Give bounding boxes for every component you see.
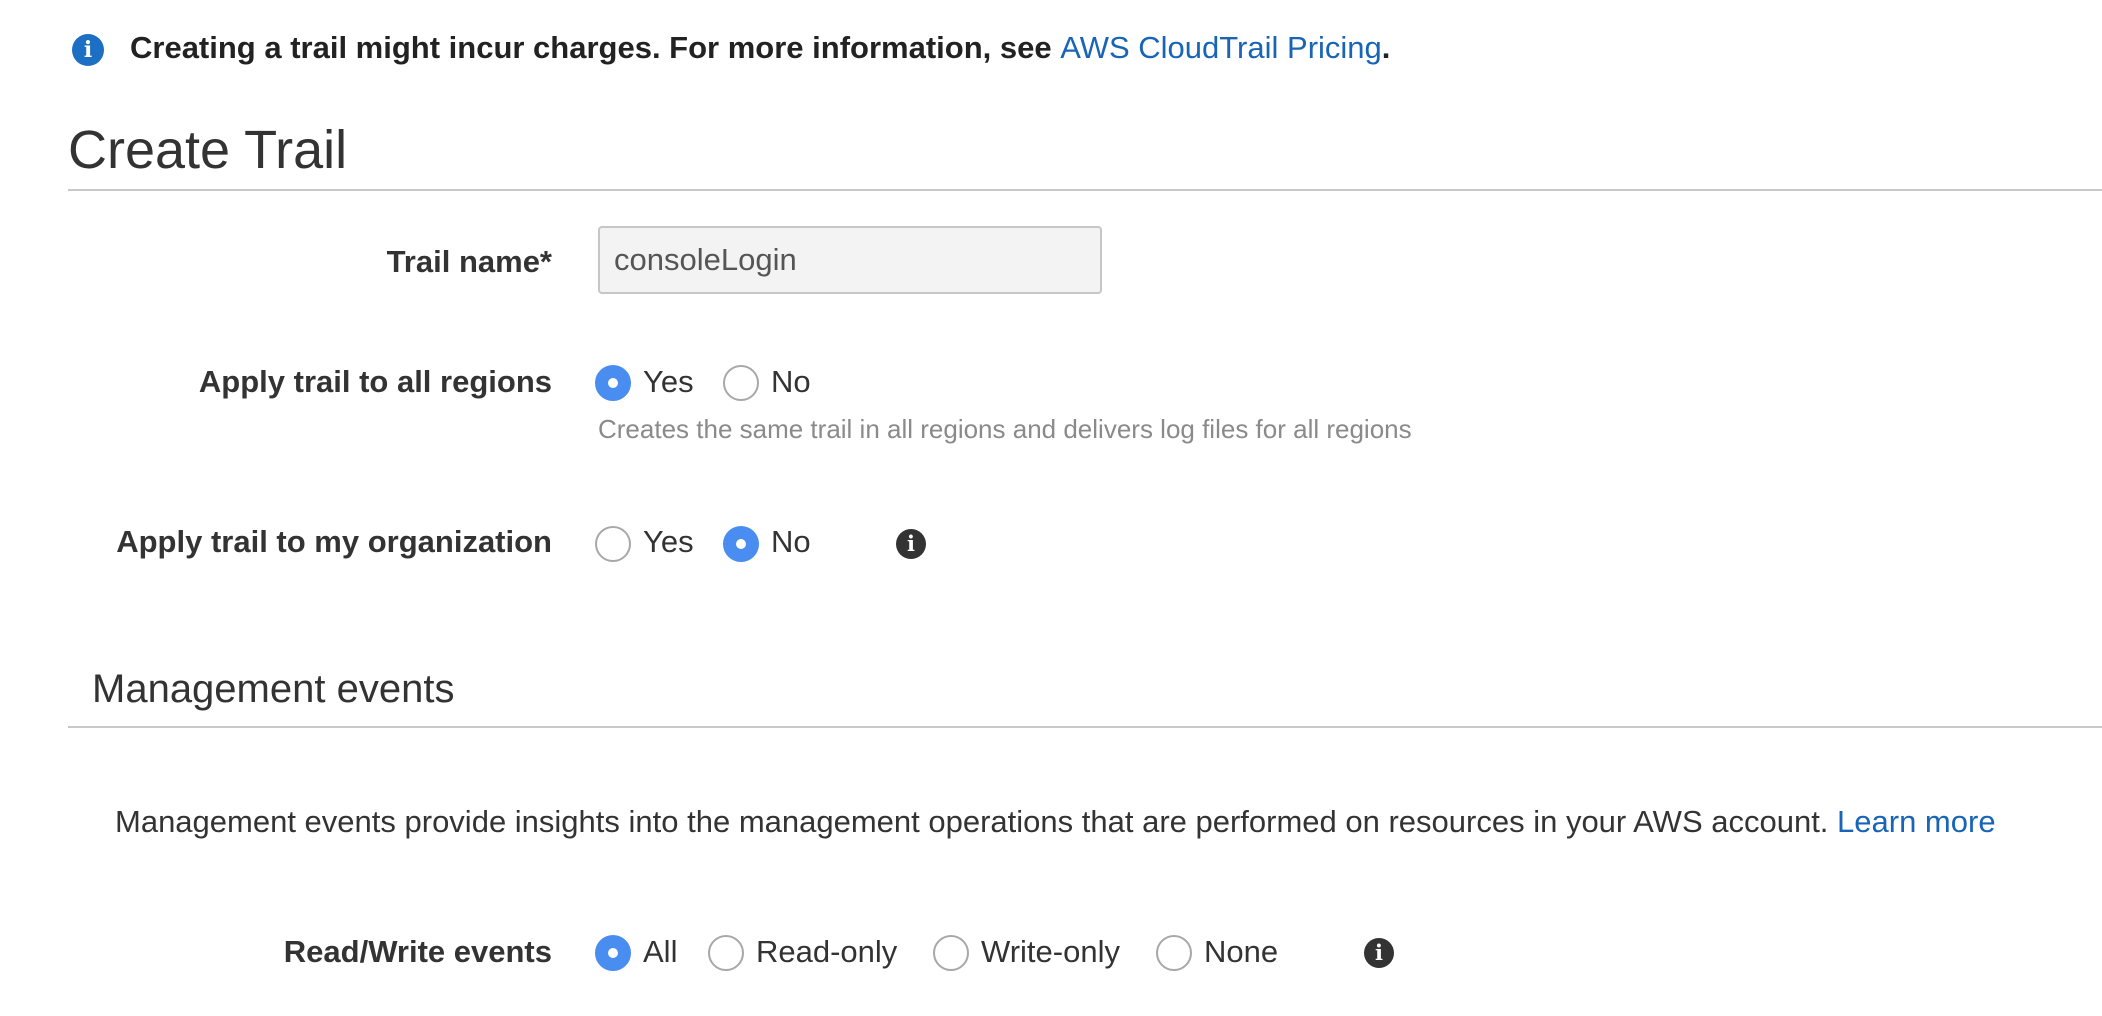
management-events-title: Management events <box>92 667 455 711</box>
organization-info-icon[interactable]: i <box>896 529 926 559</box>
banner-period: . <box>1381 30 1391 65</box>
all-regions-label: Apply trail to all regions <box>198 364 552 399</box>
organization-no-label[interactable]: No <box>771 522 811 562</box>
read-write-writeonly-label[interactable]: Write-only <box>981 932 1120 972</box>
trail-name-label: Trail name* <box>386 244 552 279</box>
organization-no-radio[interactable] <box>723 526 759 562</box>
description-text: Management events provide insights into … <box>115 804 1838 839</box>
read-write-none-label[interactable]: None <box>1204 932 1278 972</box>
organization-yes-radio[interactable] <box>595 526 631 562</box>
read-write-label: Read/Write events <box>283 934 552 969</box>
organization-yes-label[interactable]: Yes <box>643 522 694 562</box>
read-write-readonly-label[interactable]: Read-only <box>756 932 897 972</box>
all-regions-yes-label[interactable]: Yes <box>643 362 694 402</box>
section-divider <box>68 726 2102 728</box>
management-events-description: Management events provide insights into … <box>115 802 1996 842</box>
all-regions-yes-radio[interactable] <box>595 365 631 401</box>
all-regions-no-label[interactable]: No <box>771 362 811 402</box>
read-write-none-radio[interactable] <box>1156 935 1192 971</box>
info-banner-text: Creating a trail might incur charges. Fo… <box>130 28 1390 68</box>
banner-message: Creating a trail might incur charges. Fo… <box>130 30 1061 65</box>
read-write-all-label[interactable]: All <box>643 932 677 972</box>
organization-label: Apply trail to my organization <box>116 524 552 559</box>
all-regions-no-radio[interactable] <box>723 365 759 401</box>
page-title: Create Trail <box>68 120 348 180</box>
read-write-readonly-radio[interactable] <box>708 935 744 971</box>
read-write-writeonly-radio[interactable] <box>933 935 969 971</box>
pricing-link[interactable]: AWS CloudTrail Pricing <box>1060 30 1382 65</box>
learn-more-link[interactable]: Learn more <box>1837 804 1996 839</box>
trail-name-input[interactable] <box>598 226 1102 294</box>
title-divider <box>68 189 2102 191</box>
read-write-all-radio[interactable] <box>595 935 631 971</box>
info-banner-icon: i <box>72 34 104 66</box>
read-write-info-icon[interactable]: i <box>1364 938 1394 968</box>
all-regions-help-text: Creates the same trail in all regions an… <box>598 414 1412 444</box>
